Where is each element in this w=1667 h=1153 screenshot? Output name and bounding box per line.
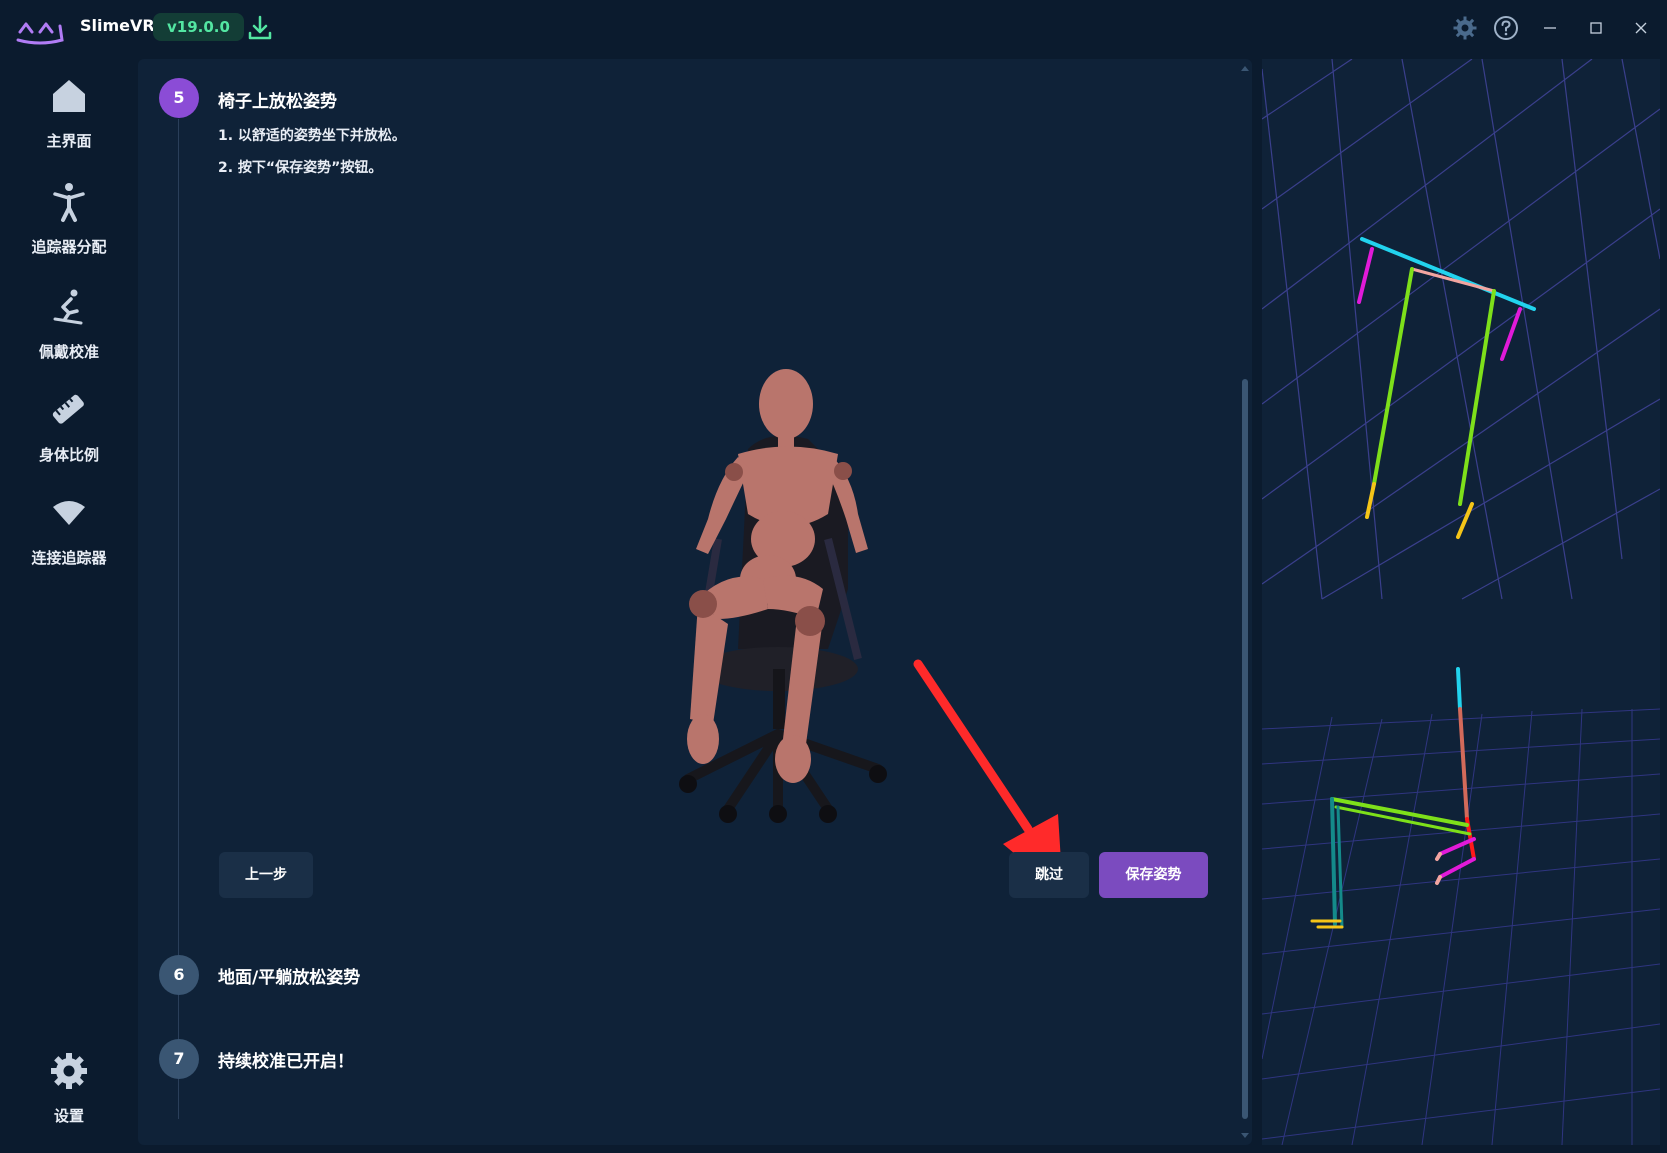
ruler-icon (52, 394, 84, 424)
minimize-icon[interactable] (1535, 14, 1565, 42)
skip-button[interactable]: 跳过 (1009, 852, 1089, 898)
slimevr-logo-icon (16, 22, 64, 45)
skeleton-viewport (1262, 59, 1660, 1145)
scroll-up-arrow-icon[interactable] (1240, 63, 1250, 73)
sidebar-item-tracker-assignment[interactable]: 追踪器分配 (0, 170, 138, 262)
sidebar-item-label: 身体比例 (38, 446, 99, 464)
sidebar-item-connect-trackers[interactable]: 连接追踪器 (0, 481, 138, 573)
instruction-line: 2. 按下“保存姿势”按钮。 (218, 160, 383, 176)
skeleton-3d-preview[interactable] (1262, 59, 1660, 1145)
sidebar-item-mounting-calibration[interactable]: 佩戴校准 (0, 275, 138, 367)
download-icon[interactable] (246, 14, 274, 42)
home-icon (53, 80, 85, 112)
gear-icon (51, 1053, 87, 1089)
sidebar-item-body-proportions[interactable]: 身体比例 (0, 378, 138, 470)
back-button[interactable]: 上一步 (219, 852, 313, 898)
step-title: 持续校准已开启！ (218, 1052, 354, 1072)
sidebar-item-settings[interactable]: 设置 (0, 1039, 138, 1131)
sidebar: 主界面 追踪器分配 佩戴校准 身体比例 连接追踪器 设置 (0, 57, 138, 1153)
sidebar-item-label: 连接追踪器 (31, 549, 107, 567)
sidebar-item-label: 追踪器分配 (31, 238, 107, 256)
gear-icon[interactable] (1453, 16, 1477, 40)
calibration-steps-panel: 5 椅子上放松姿势 1. 以舒适的姿势坐下并放松。 2. 按下“保存姿势”按钮。 (138, 59, 1252, 1145)
step-title: 椅子上放松姿势 (218, 92, 337, 112)
title-bar: SlimeVR v19.0.0 (0, 0, 1667, 57)
sidebar-item-label: 设置 (53, 1107, 84, 1125)
close-icon[interactable] (1626, 14, 1656, 42)
skier-icon (53, 289, 83, 325)
step-number-badge: 5 (159, 78, 199, 118)
sidebar-item-label: 主界面 (46, 132, 92, 150)
app-name: SlimeVR (80, 16, 155, 35)
help-icon[interactable] (1493, 15, 1519, 41)
sidebar-item-home[interactable]: 主界面 (0, 64, 138, 156)
maximize-icon[interactable] (1581, 14, 1611, 42)
scroll-down-arrow-icon[interactable] (1240, 1131, 1250, 1141)
step-number-badge: 6 (159, 955, 199, 995)
scrollbar-thumb[interactable] (1242, 379, 1248, 1119)
instruction-line: 1. 以舒适的姿势坐下并放松。 (218, 128, 406, 144)
version-badge[interactable]: v19.0.0 (153, 13, 244, 41)
person-icon (53, 183, 85, 222)
sidebar-item-label: 佩戴校准 (38, 343, 99, 361)
step-title: 地面/平躺放松姿势 (218, 968, 361, 988)
save-pose-button[interactable]: 保存姿势 (1099, 852, 1208, 898)
step-number-badge: 7 (159, 1039, 199, 1079)
wifi-icon (53, 501, 85, 525)
